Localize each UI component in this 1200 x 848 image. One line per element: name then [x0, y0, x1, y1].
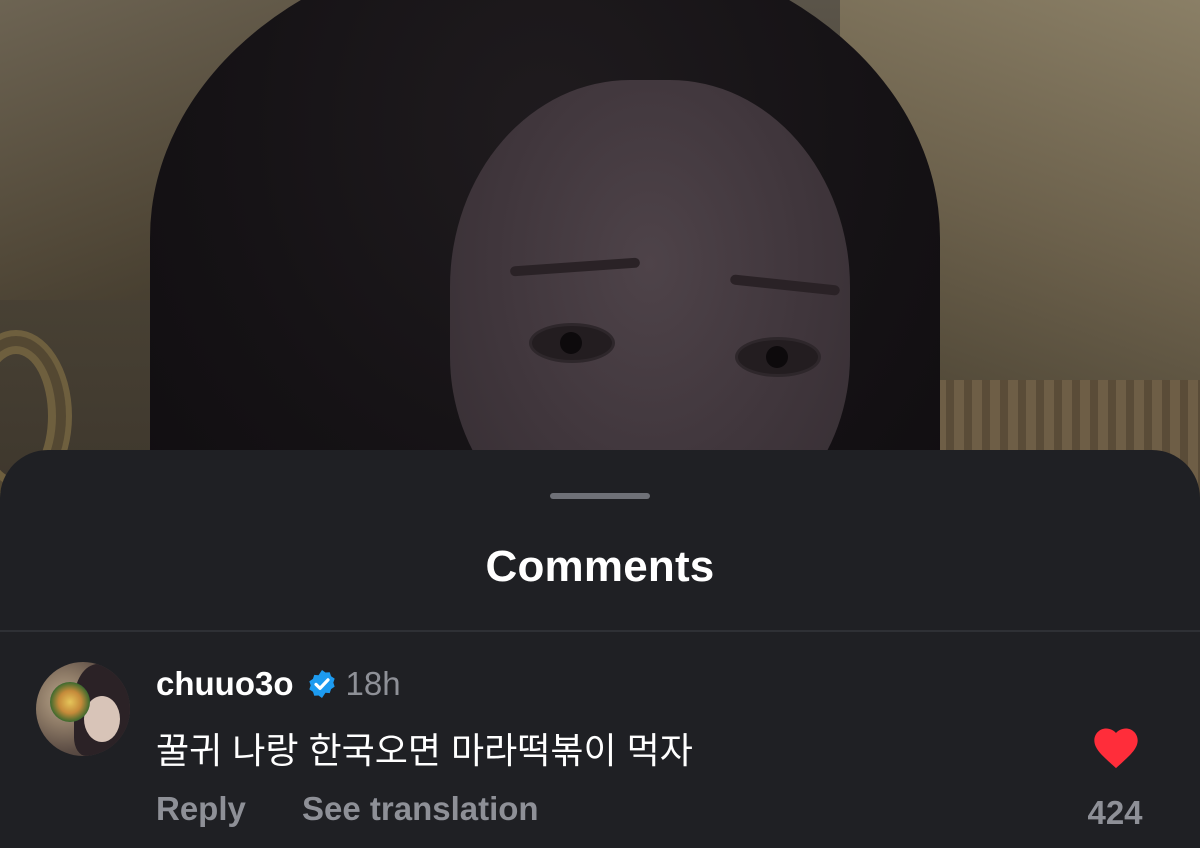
username[interactable]: chuuo3o [156, 665, 294, 703]
sheet-title: Comments [485, 542, 715, 591]
avatar[interactable] [36, 662, 130, 756]
comment-text: 꿀귀 나랑 한국오면 마라떡볶이 먹자 [156, 730, 693, 771]
comments-sheet: Comments chuuo3o 18h 꿀귀 나랑 한국오면 마라떡볶이 먹자 [0, 450, 1200, 848]
screen: Comments chuuo3o 18h 꿀귀 나랑 한국오면 마라떡볶이 먹자 [0, 0, 1200, 848]
photo-eye-right [738, 340, 818, 374]
background-photo [0, 0, 1200, 520]
avatar-food [50, 682, 90, 722]
comment-timestamp: 18h [345, 665, 401, 702]
see-translation-button[interactable]: See translation [302, 790, 539, 828]
comment-meta: chuuo3o 18h [156, 664, 401, 704]
heart-icon[interactable] [1090, 722, 1142, 770]
verified-badge-icon [306, 668, 338, 700]
sheet-drag-handle[interactable] [550, 493, 650, 499]
like-count: 424 [1087, 794, 1143, 831]
reply-button[interactable]: Reply [156, 790, 246, 828]
photo-eye-left [532, 326, 612, 360]
